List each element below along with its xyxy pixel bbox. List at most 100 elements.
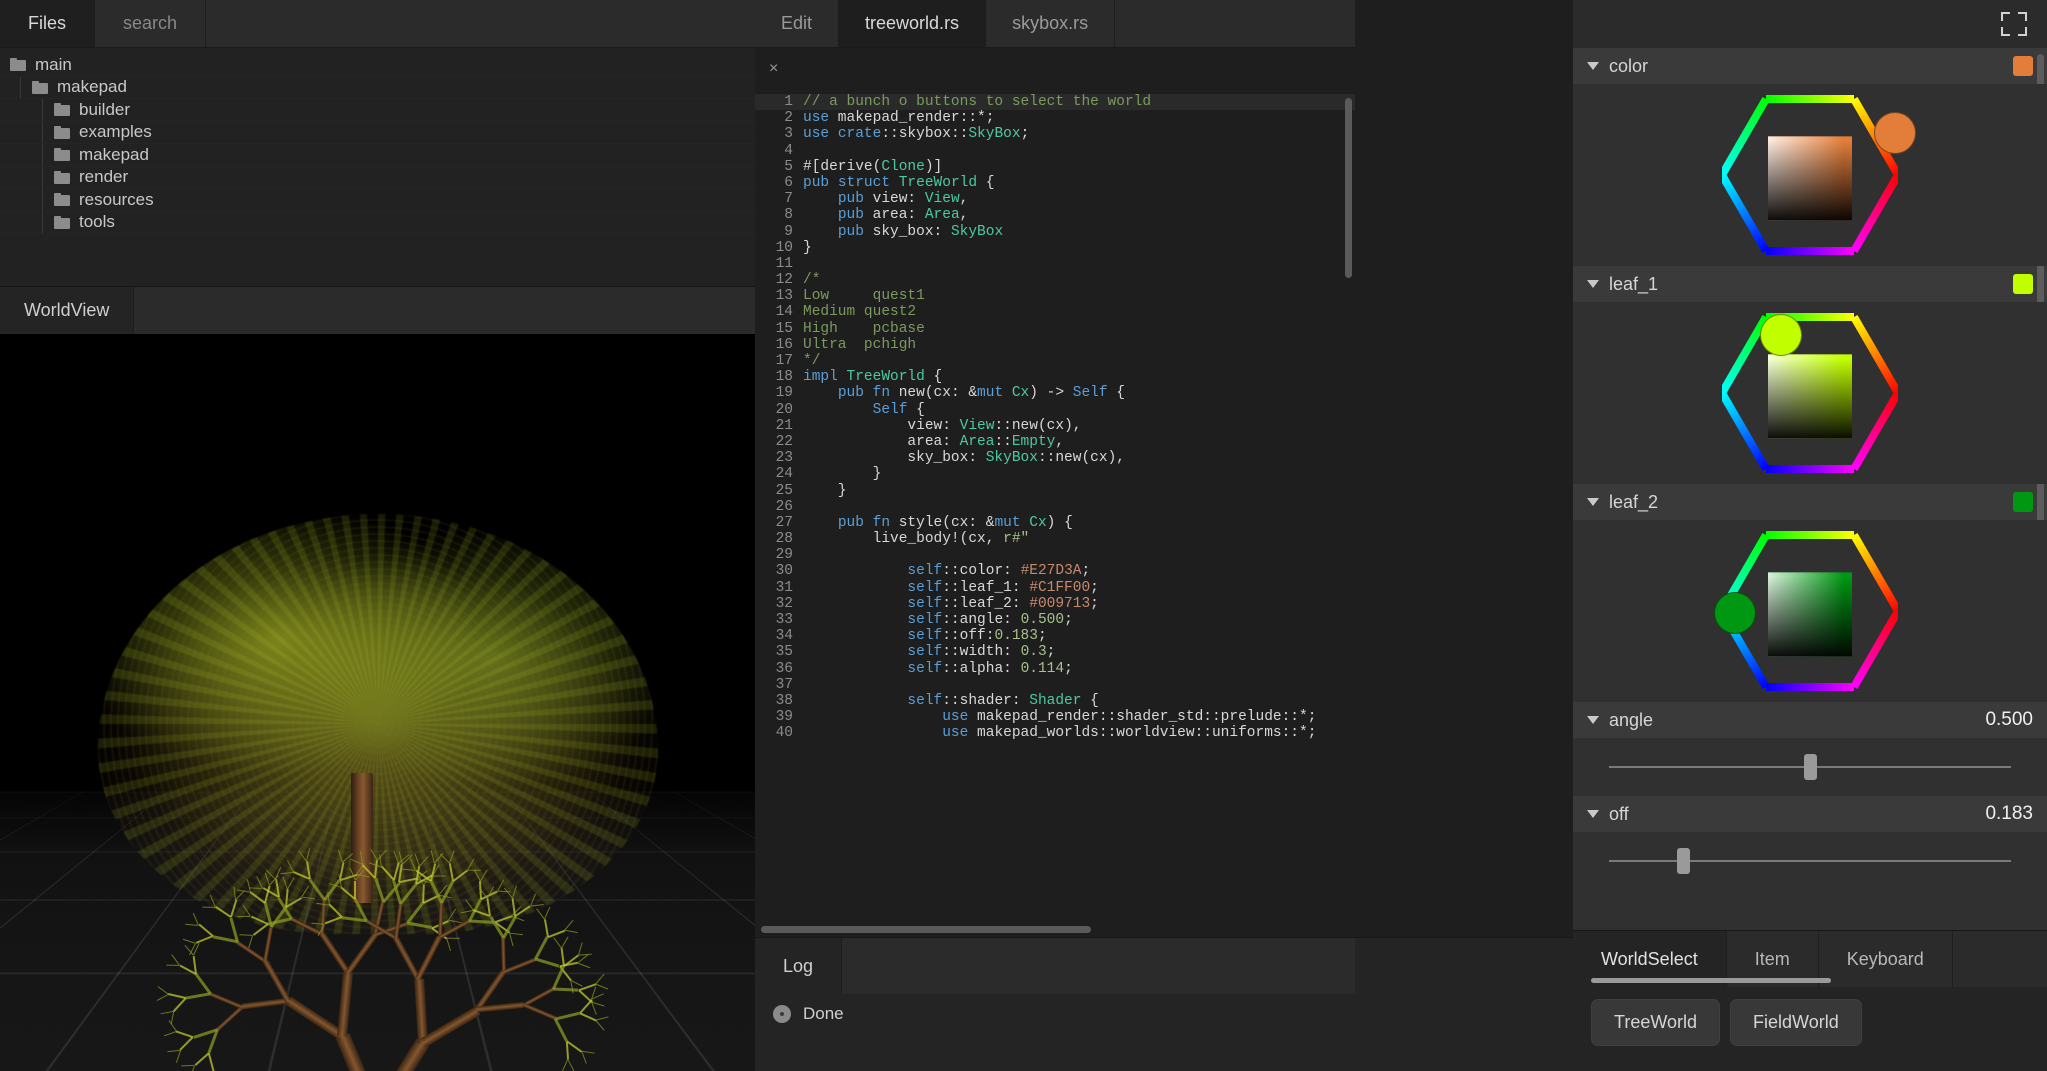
editor-vertical-scrollbar[interactable] xyxy=(1345,98,1352,278)
code-line[interactable]: 29 xyxy=(755,547,1355,563)
hue-ring[interactable] xyxy=(1722,94,1898,256)
slider-track[interactable] xyxy=(1609,860,2011,862)
code-content[interactable]: 1 // a bunch o buttons to select the worl… xyxy=(755,94,1355,923)
code-line[interactable]: 31 self::leaf_1: #C1FF00; xyxy=(755,580,1355,596)
saturation-value-square[interactable] xyxy=(1768,136,1852,220)
inspector-group-leaf_1[interactable]: leaf_1 xyxy=(1573,266,2047,302)
fieldworld-button[interactable]: FieldWorld xyxy=(1730,999,1862,1046)
code-line[interactable]: 2 use makepad_render::*; xyxy=(755,110,1355,126)
tab-skybox-rs[interactable]: skybox.rs xyxy=(986,0,1115,47)
slider-handle[interactable] xyxy=(1804,754,1817,780)
treeworld-button[interactable]: TreeWorld xyxy=(1591,999,1720,1046)
code-line[interactable]: 33 self::angle: 0.500; xyxy=(755,612,1355,628)
color-picker-leaf_1[interactable] xyxy=(1573,302,2047,484)
code-line[interactable]: 6 pub struct TreeWorld { xyxy=(755,175,1355,191)
color-swatch[interactable] xyxy=(2013,492,2033,512)
line-number: 12 xyxy=(755,272,803,288)
saturation-value-square[interactable] xyxy=(1768,572,1852,656)
code-line[interactable]: 39 use makepad_render::shader_std::prelu… xyxy=(755,709,1355,725)
code-line[interactable]: 13 Low quest1 xyxy=(755,288,1355,304)
tab-files[interactable]: Files xyxy=(0,0,95,47)
tab-log[interactable]: Log xyxy=(755,938,842,994)
hue-ring[interactable] xyxy=(1722,530,1898,692)
file-tree-item-tools[interactable]: tools xyxy=(0,212,755,235)
saturation-value-square[interactable] xyxy=(1768,354,1852,438)
code-line[interactable]: 36 self::alpha: 0.114; xyxy=(755,661,1355,677)
slider-angle[interactable] xyxy=(1573,738,2047,796)
inspector-slider-group-angle[interactable]: angle 0.500 xyxy=(1573,702,2047,738)
code-line[interactable]: 32 self::leaf_2: #009713; xyxy=(755,596,1355,612)
code-line[interactable]: 17 */ xyxy=(755,353,1355,369)
file-tree[interactable]: main makepad builder examples makepad render r… xyxy=(0,48,755,286)
tab-treeworld-rs[interactable]: treeworld.rs xyxy=(839,0,986,47)
close-icon[interactable]: × xyxy=(769,60,778,78)
code-line[interactable]: 21 view: View::new(cx), xyxy=(755,418,1355,434)
code-line[interactable]: 19 pub fn new(cx: &mut Cx) -> Self { xyxy=(755,385,1355,401)
slider-handle[interactable] xyxy=(1677,848,1690,874)
file-tree-item-makepad[interactable]: makepad xyxy=(0,77,755,100)
inspector-group-leaf_2[interactable]: leaf_2 xyxy=(1573,484,2047,520)
color-picker-leaf_2[interactable] xyxy=(1573,520,2047,702)
code-line[interactable]: 18 impl TreeWorld { xyxy=(755,369,1355,385)
inspector-content[interactable]: color leaf_1 leaf_2 angle 0.500 off 0.183 xyxy=(1573,48,2047,930)
code-line[interactable]: 16 Ultra pchigh xyxy=(755,337,1355,353)
code-line[interactable]: 23 sky_box: SkyBox::new(cx), xyxy=(755,450,1355,466)
code-line[interactable]: 14 Medium quest2 xyxy=(755,304,1355,320)
chevron-down-icon[interactable] xyxy=(1587,62,1599,70)
line-number: 37 xyxy=(755,677,803,693)
code-line[interactable]: 15 High pcbase xyxy=(755,321,1355,337)
slider-track[interactable] xyxy=(1609,766,2011,768)
code-line[interactable]: 27 pub fn style(cx: &mut Cx) { xyxy=(755,515,1355,531)
code-line[interactable]: 28 live_body!(cx, r#" xyxy=(755,531,1355,547)
editor-body[interactable]: × 1 // a bunch o buttons to select the wo… xyxy=(755,48,1355,937)
code-line[interactable]: 8 pub area: Area, xyxy=(755,207,1355,223)
code-line[interactable]: 34 self::off:0.183; xyxy=(755,628,1355,644)
color-picker-color[interactable] xyxy=(1573,84,2047,266)
code-line[interactable]: 25 } xyxy=(755,483,1355,499)
code-line[interactable]: 20 Self { xyxy=(755,402,1355,418)
code-line[interactable]: 9 pub sky_box: SkyBox xyxy=(755,224,1355,240)
chevron-down-icon[interactable] xyxy=(1587,280,1599,288)
code-line[interactable]: 35 self::width: 0.3; xyxy=(755,644,1355,660)
hue-knob[interactable] xyxy=(1714,592,1756,634)
hue-ring[interactable] xyxy=(1722,312,1898,474)
slider-off[interactable] xyxy=(1573,832,2047,890)
tab-search[interactable]: search xyxy=(95,0,206,47)
code-line[interactable]: 5 #[derive(Clone)] xyxy=(755,159,1355,175)
chevron-down-icon[interactable] xyxy=(1587,498,1599,506)
tab-edit[interactable]: Edit xyxy=(755,0,839,47)
fullscreen-icon[interactable] xyxy=(2001,12,2027,36)
chevron-down-icon[interactable] xyxy=(1587,716,1599,724)
code-line[interactable]: 11 xyxy=(755,256,1355,272)
inspector-slider-group-off[interactable]: off 0.183 xyxy=(1573,796,2047,832)
tab-worldview[interactable]: WorldView xyxy=(0,287,134,334)
code-line[interactable]: 37 xyxy=(755,677,1355,693)
code-line[interactable]: 4 xyxy=(755,143,1355,159)
hue-knob[interactable] xyxy=(1874,112,1916,154)
file-tree-item-resources[interactable]: resources xyxy=(0,189,755,212)
code-line[interactable]: 12 /* xyxy=(755,272,1355,288)
code-line[interactable]: 24 } xyxy=(755,466,1355,482)
tab-keyboard[interactable]: Keyboard xyxy=(1819,931,1953,987)
code-line[interactable]: 38 self::shader: Shader { xyxy=(755,693,1355,709)
editor-horizontal-scrollbar[interactable] xyxy=(761,926,1091,933)
hue-knob[interactable] xyxy=(1760,314,1802,356)
code-line[interactable]: 40 use makepad_worlds::worldview::unifor… xyxy=(755,725,1355,741)
code-line[interactable]: 1 // a bunch o buttons to select the worl… xyxy=(755,94,1355,110)
file-tree-item-builder[interactable]: builder xyxy=(0,99,755,122)
code-line[interactable]: 3 use crate::skybox::SkyBox; xyxy=(755,126,1355,142)
3d-viewport[interactable] xyxy=(0,334,755,1071)
file-tree-item-render[interactable]: render xyxy=(0,167,755,190)
file-tree-item-examples[interactable]: examples xyxy=(0,122,755,145)
code-line[interactable]: 30 self::color: #E27D3A; xyxy=(755,563,1355,579)
chevron-down-icon[interactable] xyxy=(1587,810,1599,818)
code-line[interactable]: 26 xyxy=(755,499,1355,515)
file-tree-item-main[interactable]: main xyxy=(0,54,755,77)
color-swatch[interactable] xyxy=(2013,274,2033,294)
code-line[interactable]: 22 area: Area::Empty, xyxy=(755,434,1355,450)
code-line[interactable]: 7 pub view: View, xyxy=(755,191,1355,207)
code-line[interactable]: 10} xyxy=(755,240,1355,256)
color-swatch[interactable] xyxy=(2013,56,2033,76)
file-tree-item-makepad[interactable]: makepad xyxy=(0,144,755,167)
inspector-group-color[interactable]: color xyxy=(1573,48,2047,84)
